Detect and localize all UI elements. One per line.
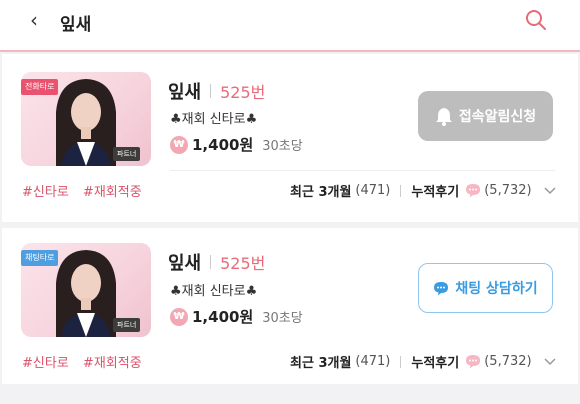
counselor-number: 525번 (220, 83, 266, 102)
hashtag[interactable]: #신타로 (22, 185, 69, 200)
price-row: ₩ 1,400원 30초당 (170, 306, 303, 327)
hashtag-list: #신타로 #재회적중 (22, 352, 152, 371)
search-icon[interactable] (524, 8, 548, 32)
chat-consult-button[interactable]: 채팅 상담하기 (418, 263, 553, 313)
chat-tarot-tag: 채팅타로 (21, 250, 59, 266)
hashtag[interactable]: #재회적중 (83, 356, 142, 371)
divider (400, 184, 402, 197)
recent-reviews-label: 최근 3개월 (290, 356, 352, 371)
counselor-name: 잎새 (168, 253, 202, 274)
chat-consult-label: 채팅 상담하기 (455, 281, 538, 297)
recent-reviews-label: 최근 3개월 (290, 185, 352, 200)
price: 1,400원 (192, 136, 254, 154)
divider (210, 84, 212, 98)
counselor-name: 잎새 (168, 82, 202, 103)
counselor-card[interactable]: 채팅타로 파트너 잎새 525번 ♣재회 신타로♣ ₩ 1,400원 30초당 … (2, 228, 578, 384)
review-stats[interactable]: 최근 3개월 (471) 누적후기 (5,732) (290, 352, 556, 371)
divider (210, 255, 212, 269)
divider-line (170, 170, 555, 171)
counselor-description: ♣재회 신타로♣ (170, 284, 258, 299)
won-coin-icon: ₩ (170, 135, 188, 154)
price: 1,400원 (192, 308, 254, 326)
chevron-down-icon[interactable] (544, 186, 556, 195)
won-coin-icon: ₩ (170, 307, 188, 326)
call-tarot-tag: 전화타로 (21, 79, 59, 95)
total-reviews-label: 누적후기 (411, 356, 460, 371)
counselor-photo[interactable]: 전화타로 파트너 (21, 72, 151, 166)
price-unit: 30초당 (262, 139, 303, 154)
chat-bubble-icon (434, 281, 449, 295)
name-row: 잎새 525번 (168, 249, 265, 275)
hashtag[interactable]: #재회적중 (83, 185, 142, 200)
counselor-photo[interactable]: 채팅타로 파트너 (21, 243, 151, 337)
hashtag[interactable]: #신타로 (22, 356, 69, 371)
connect-alert-button[interactable]: 접속알림신청 (418, 91, 553, 141)
back-chevron-icon[interactable]: ‹ (30, 10, 38, 30)
review-stats[interactable]: 최근 3개월 (471) 누적후기 (5,732) (290, 181, 556, 200)
bell-icon (435, 108, 452, 126)
counselor-number: 525번 (220, 254, 266, 273)
speech-bubble-icon (466, 184, 481, 198)
partner-badge: 파트너 (113, 318, 141, 332)
total-reviews-label: 누적후기 (411, 185, 460, 200)
hashtag-list: #신타로 #재회적중 (22, 181, 152, 200)
divider (400, 355, 402, 368)
name-row: 잎새 525번 (168, 78, 265, 104)
total-reviews-count: (5,732) (484, 354, 532, 369)
page-title: 잎새 (60, 15, 92, 35)
counselor-description: ♣재회 신타로♣ (170, 112, 258, 127)
speech-bubble-icon (466, 355, 481, 369)
counselor-card[interactable]: 전화타로 파트너 잎새 525번 ♣재회 신타로♣ ₩ 1,400원 30초당 … (2, 54, 578, 222)
connect-alert-label: 접속알림신청 (458, 109, 537, 125)
total-reviews-count: (5,732) (484, 183, 532, 198)
price-unit: 30초당 (262, 311, 303, 326)
chevron-down-icon[interactable] (544, 357, 556, 366)
recent-reviews-count: (471) (355, 183, 391, 198)
top-header: ‹ 잎새 (0, 0, 580, 52)
recent-reviews-count: (471) (355, 354, 391, 369)
partner-badge: 파트너 (113, 147, 141, 161)
price-row: ₩ 1,400원 30초당 (170, 134, 303, 155)
